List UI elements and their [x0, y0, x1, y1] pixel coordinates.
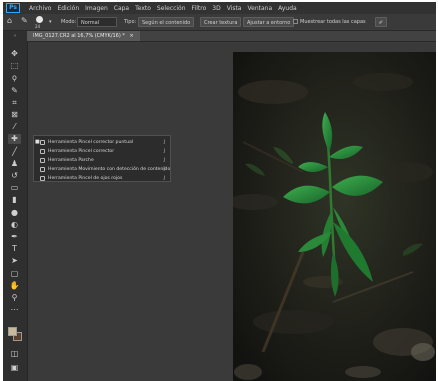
- document-tab[interactable]: IMG_0127.CR2 al 16,7% (CMYK/16) * ×: [27, 31, 140, 41]
- patch-icon: [40, 158, 45, 163]
- type-label: Tipo:: [124, 19, 137, 25]
- blur-icon[interactable]: ●: [8, 208, 21, 218]
- pen-icon[interactable]: ✒: [8, 232, 21, 242]
- active-indicator-icon: ■: [35, 139, 40, 145]
- flyout-item[interactable]: Herramienta Movimiento con detección de …: [34, 165, 170, 174]
- menu-items: Archivo Edición Imagen Capa Texto Selección Fi…: [29, 2, 297, 14]
- flyout-item-shortcut: J: [163, 158, 165, 163]
- flyout-item-label: Herramienta Parche: [48, 158, 94, 163]
- frame-icon[interactable]: ⊠: [8, 110, 21, 120]
- photoshop-window: Ps Archivo Edición Imagen Capa Texto Selecció…: [3, 2, 436, 381]
- menu-item-edición[interactable]: Edición: [57, 5, 79, 12]
- sample-all-layers-checkbox[interactable]: Muestrear todas las capas: [293, 17, 366, 27]
- menu-item-vista[interactable]: Vista: [227, 5, 242, 12]
- menu-item-imagen[interactable]: Imagen: [85, 5, 108, 12]
- path-select-icon[interactable]: ➤: [8, 256, 21, 266]
- brush-preset-picker[interactable]: 24: [34, 15, 46, 29]
- healing-brush-icon: [40, 149, 45, 154]
- crop-icon[interactable]: ⌗: [8, 98, 21, 108]
- plant-photo: [233, 52, 436, 381]
- rectangle-icon[interactable]: ▢: [8, 269, 21, 279]
- mode-select[interactable]: Normal: [77, 17, 117, 27]
- gradient-icon[interactable]: ▮: [8, 195, 21, 205]
- eyedropper-icon[interactable]: ⁄: [8, 122, 21, 132]
- proximity-match-button[interactable]: Ajustar a entorno: [243, 17, 295, 27]
- dodge-icon[interactable]: ◐: [8, 220, 21, 230]
- home-icon[interactable]: ⌂: [7, 16, 12, 26]
- menu-bar: Ps Archivo Edición Imagen Capa Texto Selecció…: [3, 2, 436, 14]
- flyout-item[interactable]: ■ Herramienta Pincel corrector puntual J: [34, 138, 170, 147]
- flyout-item-label: Herramienta Movimiento con detección de …: [48, 167, 171, 172]
- lasso-icon[interactable]: ϙ: [8, 73, 21, 83]
- flyout-item[interactable]: Herramienta Parche J: [34, 156, 170, 165]
- eraser-icon[interactable]: ▭: [8, 183, 21, 193]
- quick-select-icon[interactable]: ✎: [8, 86, 21, 96]
- brush-dropdown-icon[interactable]: ▾: [49, 17, 52, 27]
- healing-icon[interactable]: ✚: [8, 134, 21, 145]
- flyout-item-shortcut: J: [163, 149, 165, 154]
- content-aware-button[interactable]: Según el contenido: [138, 17, 195, 27]
- tools-panel: » ✥ ⬚ ϙ ✎ ⌗ ⊠ ⁄ ✚ ╱ ♟ ↺ ▭ ▮ ● ◐ ✒ T ➤ ▢ ✋ ⚲ ⋯ ◫ ▣: [3, 31, 28, 381]
- checkbox-box: [293, 19, 298, 24]
- document-tab-bar: IMG_0127.CR2 al 16,7% (CMYK/16) * ×: [27, 31, 436, 42]
- flyout-item-label: Herramienta Pincel corrector puntual: [48, 140, 134, 145]
- type-icon[interactable]: T: [8, 244, 21, 254]
- brush-icon[interactable]: ╱: [8, 147, 21, 157]
- options-bar: ⌂ ✎ 24 ▾ Modo: Normal Tipo: Según el con…: [3, 14, 436, 31]
- flyout-item-shortcut: J: [163, 176, 165, 181]
- menu-item-filtro[interactable]: Filtro: [192, 5, 207, 12]
- menu-item-archivo[interactable]: Archivo: [29, 5, 51, 12]
- flyout-item-label: Herramienta Pincel de ojos rojos: [48, 176, 123, 181]
- create-texture-button[interactable]: Crear textura: [200, 17, 242, 27]
- document-title: IMG_0127.CR2 al 16,7% (CMYK/16) *: [33, 33, 125, 39]
- pressure-icon[interactable]: ✐: [375, 17, 387, 27]
- menu-item-ventana[interactable]: Ventana: [247, 5, 272, 12]
- close-tab-icon[interactable]: ×: [130, 33, 134, 39]
- content-aware-move-icon: [40, 167, 45, 172]
- flyout-item-shortcut: J: [163, 167, 165, 172]
- screen-mode-icon[interactable]: ▣: [8, 363, 21, 373]
- move-icon[interactable]: ✥: [8, 49, 21, 59]
- flyout-item-label: Herramienta Pincel corrector: [48, 149, 115, 154]
- quick-mask-icon[interactable]: ◫: [8, 349, 21, 359]
- flyout-item[interactable]: Herramienta Pincel corrector J: [34, 147, 170, 156]
- marquee-icon[interactable]: ⬚: [8, 61, 21, 71]
- red-eye-icon: [40, 176, 45, 181]
- stamp-icon[interactable]: ♟: [8, 159, 21, 169]
- menu-item-selección[interactable]: Selección: [157, 5, 186, 12]
- app-logo: Ps: [6, 3, 20, 13]
- menu-item-capa[interactable]: Capa: [114, 5, 129, 12]
- sample-all-layers-label: Muestrear todas las capas: [300, 19, 366, 25]
- menu-item-3d[interactable]: 3D: [212, 5, 220, 12]
- healing-tools-flyout: ■ Herramienta Pincel corrector puntual J He…: [33, 135, 171, 182]
- history-brush-icon[interactable]: ↺: [8, 171, 21, 181]
- mode-label: Modo:: [61, 19, 77, 25]
- foreground-color-swatch[interactable]: [8, 327, 17, 336]
- flyout-item-shortcut: J: [163, 140, 165, 145]
- hand-icon[interactable]: ✋: [8, 281, 21, 291]
- toolbar-collapse-icon[interactable]: »: [3, 33, 27, 39]
- tool-preset-icon[interactable]: ✎: [21, 16, 28, 26]
- spot-healing-icon: [40, 140, 45, 145]
- zoom-icon[interactable]: ⚲: [8, 293, 21, 303]
- more-icon[interactable]: ⋯: [8, 305, 21, 315]
- menu-item-ayuda[interactable]: Ayuda: [278, 5, 297, 12]
- menu-item-texto[interactable]: Texto: [135, 5, 151, 12]
- flyout-item[interactable]: Herramienta Pincel de ojos rojos J: [34, 174, 170, 183]
- document-canvas-image[interactable]: [233, 52, 436, 381]
